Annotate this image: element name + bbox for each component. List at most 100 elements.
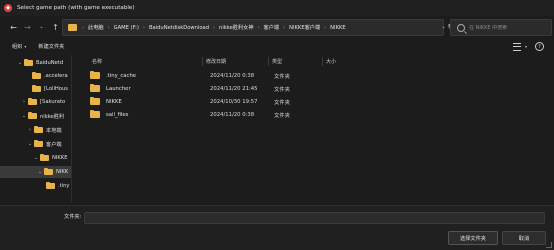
- select-folder-button[interactable]: 选择文件夹: [448, 231, 498, 245]
- column-header-label: 名称: [92, 59, 103, 65]
- folder-field[interactable]: [84, 212, 545, 224]
- folder-icon: [28, 97, 37, 105]
- column-divider[interactable]: [322, 57, 323, 66]
- table-row[interactable]: sail_files 2024/11/20 0:38 文件夹: [90, 108, 390, 121]
- column-header-date[interactable]: 修改日期: [206, 57, 266, 66]
- breadcrumb-item[interactable]: NIKKE: [328, 25, 348, 31]
- folder-icon: [68, 24, 77, 31]
- window-title: Select game path (with game executable): [17, 5, 135, 11]
- folder-icon: [90, 96, 100, 105]
- column-header-label: 修改日期: [206, 59, 227, 65]
- chevron-down-icon: ▾: [524, 44, 527, 49]
- navigation-pane: ⌄ BaiduNetd .accelera [LoliHous › [Sakur…: [0, 55, 72, 202]
- chevron-down-icon[interactable]: ⌄: [26, 141, 34, 147]
- row-type: 文件夹: [274, 99, 290, 106]
- search-box[interactable]: [450, 19, 552, 36]
- organize-menu[interactable]: 组织 ▾: [12, 43, 26, 50]
- breadcrumb-item[interactable]: NIKKE客户端: [287, 24, 322, 31]
- column-divider[interactable]: [202, 57, 203, 66]
- folder-icon: [34, 139, 43, 147]
- tree-item-label: NIKK: [56, 169, 69, 175]
- folder-field-label: 文件夹:: [64, 214, 82, 220]
- new-folder-label: 新建文件夹: [38, 44, 65, 50]
- row-type: 文件夹: [274, 86, 290, 93]
- chevron-right-icon[interactable]: ›: [26, 127, 34, 133]
- organize-label: 组织: [12, 44, 23, 50]
- search-icon: [457, 23, 465, 32]
- folder-icon: [32, 71, 41, 79]
- view-options-button[interactable]: ▾: [512, 42, 527, 51]
- chevron-down-icon[interactable]: ⌄: [16, 60, 24, 66]
- row-name: .tiny_cache: [106, 72, 137, 79]
- chevron-down-icon[interactable]: ⌄: [36, 169, 44, 175]
- search-input[interactable]: [465, 24, 549, 31]
- back-arrow-icon[interactable]: ←: [8, 22, 19, 33]
- table-row[interactable]: .tiny_cache 2024/11/20 0:38 文件夹: [90, 69, 390, 82]
- folder-icon: [40, 153, 49, 161]
- chevron-down-icon[interactable]: ⌄: [20, 113, 28, 119]
- row-date: 2024/10/30 19:57: [210, 98, 258, 105]
- file-list: 名称 修改日期 类型 大小 .tiny_cache 2024/11/20 0:3…: [80, 55, 554, 202]
- app-icon: ◆: [4, 4, 12, 12]
- tree-item[interactable]: › 本地端: [26, 124, 71, 136]
- row-name: Launcher: [106, 85, 131, 92]
- folder-icon: [44, 167, 53, 175]
- resize-grip-icon[interactable]: [546, 242, 552, 248]
- folder-icon: [24, 58, 33, 66]
- breadcrumb-item[interactable]: nikke胜利女神: [217, 24, 256, 31]
- row-name: sail_files: [106, 111, 129, 118]
- new-folder-button[interactable]: 新建文件夹: [38, 43, 64, 50]
- row-name: NIKKE: [106, 98, 122, 105]
- command-toolbar: 组织 ▾ 新建文件夹 ▾ ?: [0, 38, 554, 55]
- forward-arrow-icon[interactable]: →: [22, 22, 33, 33]
- help-icon[interactable]: ?: [535, 42, 544, 51]
- folder-icon: [90, 83, 100, 92]
- row-date: 2024/11/20 21:45: [210, 85, 258, 92]
- tree-item-selected[interactable]: ⌄ NIKK: [0, 166, 71, 178]
- address-bar[interactable]: › 此电脑 › GAME (F:) › BaiduNetdiskDownload…: [62, 19, 444, 36]
- folder-icon: [34, 125, 43, 133]
- navigation-bar: ← → ⌄ ↑ › 此电脑 › GAME (F:) › BaiduNetdisk…: [0, 16, 554, 38]
- tree-item-label: 本地端: [46, 127, 62, 134]
- folder-icon: [28, 111, 37, 119]
- tree-item[interactable]: ⌄ BaiduNetd: [16, 57, 71, 69]
- tree-item[interactable]: ⌄ 客户端: [26, 138, 71, 150]
- breadcrumb-item[interactable]: 此电脑: [86, 24, 106, 31]
- tree-item-label: BaiduNetd: [36, 60, 64, 66]
- up-arrow-icon[interactable]: ↑: [50, 22, 61, 33]
- tree-item[interactable]: .accelera: [24, 70, 71, 82]
- recent-dropdown-icon[interactable]: ⌄: [36, 22, 47, 33]
- cancel-button[interactable]: 取消: [502, 231, 546, 245]
- dialog-footer: 文件夹: 选择文件夹 取消: [0, 205, 554, 250]
- tree-item[interactable]: ⌄ nikke胜利: [20, 110, 71, 122]
- chevron-down-icon[interactable]: ⌄: [32, 155, 40, 161]
- row-type: 文件夹: [274, 73, 290, 80]
- row-type: 文件夹: [274, 112, 290, 119]
- chevron-right-icon[interactable]: ›: [20, 99, 28, 105]
- chevron-down-icon: ▾: [24, 44, 27, 49]
- tree-item-label: [LoliHous: [44, 86, 68, 92]
- breadcrumb-item[interactable]: GAME (F:): [112, 25, 141, 31]
- breadcrumb-item[interactable]: 客户端: [262, 24, 282, 31]
- column-header-name[interactable]: 名称: [92, 57, 202, 66]
- column-header-type[interactable]: 类型: [272, 57, 322, 66]
- column-header-label: 大小: [326, 59, 337, 65]
- tree-item-label: .accelera: [44, 73, 68, 79]
- row-date: 2024/11/20 0:38: [210, 72, 255, 79]
- tree-item[interactable]: .tiny: [46, 180, 71, 192]
- breadcrumb-item[interactable]: BaiduNetdiskDownload: [147, 25, 211, 31]
- tree-item-label: 客户端: [46, 141, 62, 148]
- folder-icon: [46, 181, 55, 189]
- table-row[interactable]: Launcher 2024/11/20 21:45 文件夹: [90, 82, 390, 95]
- tree-item[interactable]: [LoliHous: [24, 83, 71, 95]
- tree-item-label: NIKKE: [52, 155, 68, 161]
- column-header-size[interactable]: 大小: [326, 57, 376, 66]
- tree-item[interactable]: › [Sakurato: [20, 96, 71, 108]
- table-row[interactable]: NIKKE 2024/10/30 19:57 文件夹: [90, 95, 390, 108]
- row-date: 2024/11/20 0:38: [210, 111, 255, 118]
- column-divider[interactable]: [268, 57, 269, 66]
- title-bar: ◆ Select game path (with game executable…: [0, 0, 554, 16]
- tree-item-label: .tiny: [58, 183, 70, 189]
- tree-item[interactable]: ⌄ NIKKE: [32, 152, 71, 164]
- column-header-label: 类型: [272, 59, 283, 65]
